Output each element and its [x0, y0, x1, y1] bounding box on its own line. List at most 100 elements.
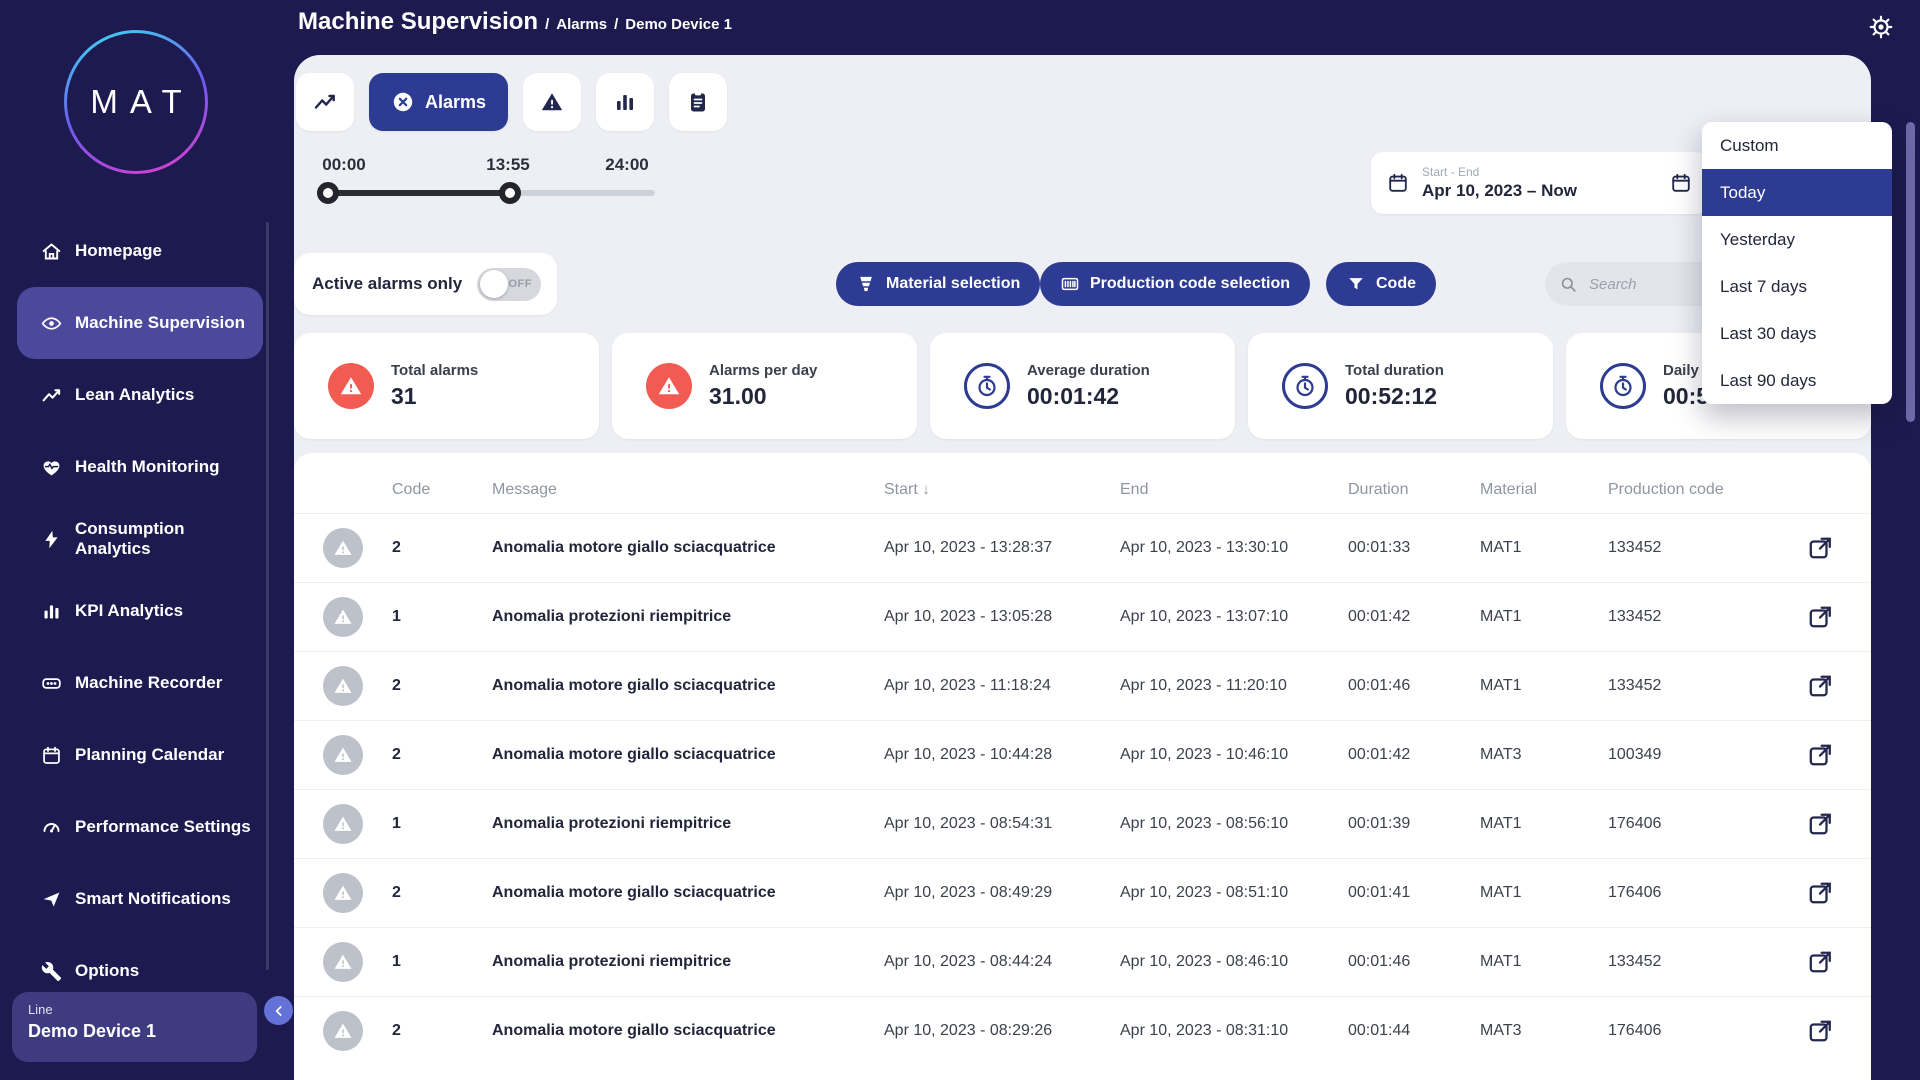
column-header-start[interactable]: Start ↓ [884, 481, 1120, 499]
cell-end: Apr 10, 2023 - 13:07:10 [1120, 608, 1348, 626]
date-range-option-last-7-days[interactable]: Last 7 days [1702, 263, 1892, 310]
page-title: Machine Supervision [298, 8, 538, 36]
sidebar-item-smart-notifications[interactable]: Smart Notifications [17, 863, 263, 935]
stat-card-average-duration: Average duration00:01:42 [930, 333, 1235, 439]
open-alarm-button[interactable] [1801, 1012, 1839, 1050]
table-row: 2Anomalia motore giallo sciacquatriceApr… [294, 651, 1871, 720]
sidebar-item-performance-settings[interactable]: Performance Settings [17, 791, 263, 863]
open-alarm-button[interactable] [1801, 529, 1839, 567]
logo: MAT [64, 30, 208, 174]
cell-duration: 00:01:41 [1348, 884, 1480, 902]
sidebar-item-label: KPI Analytics [75, 601, 253, 621]
table-header: CodeMessageStart ↓EndDurationMaterialPro… [294, 467, 1871, 513]
open-alarm-button[interactable] [1801, 874, 1839, 912]
production-code-selection-button[interactable]: Production code selection [1040, 262, 1310, 306]
open-alarm-button[interactable] [1801, 598, 1839, 636]
cell-end: Apr 10, 2023 - 10:46:10 [1120, 746, 1348, 764]
column-header-production-code[interactable]: Production code [1608, 481, 1768, 499]
alarm-icon [391, 90, 415, 114]
slider-handle-start[interactable] [317, 182, 339, 204]
cell-message: Anomalia protezioni riempitrice [492, 608, 884, 626]
sidebar-item-homepage[interactable]: Homepage [17, 215, 263, 287]
cell-material: MAT1 [1480, 677, 1608, 695]
sidebar-item-label: Lean Analytics [75, 385, 253, 405]
cell-start: Apr 10, 2023 - 13:28:37 [884, 539, 1120, 557]
slider-handle-end[interactable] [499, 182, 521, 204]
date-range-option-custom[interactable]: Custom [1702, 122, 1892, 169]
table-body: 2Anomalia motore giallo sciacquatriceApr… [294, 513, 1871, 1065]
date-range-option-yesterday[interactable]: Yesterday [1702, 216, 1892, 263]
open-alarm-button[interactable] [1801, 943, 1839, 981]
table-row: 2Anomalia motore giallo sciacquatriceApr… [294, 996, 1871, 1065]
breadcrumb-item[interactable]: Demo Device 1 [625, 16, 732, 33]
stopwatch-icon [1282, 363, 1328, 409]
breadcrumb-item[interactable]: Alarms [556, 16, 607, 33]
logo-text: MAT [78, 83, 193, 121]
warning-icon [323, 528, 363, 568]
sidebar-item-health-monitoring[interactable]: Health Monitoring [17, 431, 263, 503]
cell-production-code: 100349 [1608, 746, 1768, 764]
material-selection-button[interactable]: Material selection [836, 262, 1040, 306]
column-header-end[interactable]: End [1120, 481, 1348, 499]
cell-code: 2 [392, 677, 492, 695]
toolbar-tab-statistics[interactable] [596, 73, 654, 131]
toolbar-tab-warnings[interactable] [523, 73, 581, 131]
sidebar-collapse-button[interactable] [264, 996, 293, 1025]
sidebar-item-lean-analytics[interactable]: Lean Analytics [17, 359, 263, 431]
sidebar-nav: HomepageMachine Supervision Lean Analytic… [0, 215, 283, 1007]
column-header-code[interactable]: Code [392, 481, 492, 499]
date-range-label: Start - End [1422, 165, 1577, 179]
line-label: Line [28, 1002, 241, 1017]
date-range-picker[interactable]: Start - End Apr 10, 2023 – Now [1371, 152, 1708, 214]
sidebar-item-planning-calendar[interactable]: Planning Calendar [17, 719, 263, 791]
wrench-icon [41, 961, 62, 982]
date-range-option-last-30-days[interactable]: Last 30 days [1702, 310, 1892, 357]
warning-icon [323, 597, 363, 637]
barcode-icon [1060, 274, 1080, 294]
toolbar-tab-report[interactable] [669, 73, 727, 131]
time-range-slider: 00:00 13:55 24:00 [296, 150, 686, 220]
cell-code: 1 [392, 953, 492, 971]
column-header-material[interactable]: Material [1480, 481, 1608, 499]
sidebar-item-kpi-analytics[interactable]: KPI Analytics [17, 575, 263, 647]
sidebar-item-machine-supervision[interactable]: Machine Supervision [17, 287, 263, 359]
date-range-value: Apr 10, 2023 – Now [1422, 181, 1577, 201]
stat-value: 00:01:42 [1027, 383, 1150, 410]
stopwatch-icon [1600, 363, 1646, 409]
sidebar-item-label: Options [75, 961, 253, 981]
column-header-message[interactable]: Message [492, 481, 884, 499]
cell-start: Apr 10, 2023 - 08:29:26 [884, 1022, 1120, 1040]
sidebar-item-label: Planning Calendar [75, 745, 253, 765]
open-alarm-button[interactable] [1801, 805, 1839, 843]
cell-material: MAT1 [1480, 815, 1608, 833]
cell-code: 2 [392, 539, 492, 557]
sidebar-item-label: Consumption Analytics [75, 519, 253, 559]
logo-circle: MAT [67, 33, 205, 171]
date-range-option-last-90-days[interactable]: Last 90 days [1702, 357, 1892, 404]
toolbar-tab-alarms[interactable]: Alarms [369, 73, 508, 131]
code-filter-button[interactable]: Code [1326, 262, 1436, 306]
table-row: 1Anomalia protezioni riempitriceApr 10, … [294, 789, 1871, 858]
slider-end-label: 24:00 [592, 155, 662, 175]
gauge-icon [41, 817, 62, 838]
cell-start: Apr 10, 2023 - 08:49:29 [884, 884, 1120, 902]
open-alarm-button[interactable] [1801, 736, 1839, 774]
page-scrollbar[interactable] [1906, 122, 1915, 422]
device-card[interactable]: Line Demo Device 1 [12, 992, 257, 1062]
chevron-left-icon [271, 1003, 287, 1019]
sidebar-item-machine-recorder[interactable]: Machine Recorder [17, 647, 263, 719]
open-alarm-button[interactable] [1801, 667, 1839, 705]
sidebar-item-consumption-analytics[interactable]: Consumption Analytics [17, 503, 263, 575]
calendar-icon[interactable] [1670, 172, 1692, 194]
table-row: 1Anomalia protezioni riempitriceApr 10, … [294, 927, 1871, 996]
slider-current-label: 13:55 [473, 155, 543, 175]
date-range-option-today[interactable]: Today [1702, 169, 1892, 216]
settings-button[interactable] [1862, 12, 1896, 46]
toolbar-tab-trends[interactable] [296, 73, 354, 131]
column-header-duration[interactable]: Duration [1348, 481, 1480, 499]
cell-end: Apr 10, 2023 - 08:31:10 [1120, 1022, 1348, 1040]
active-alarms-toggle[interactable]: OFF [477, 268, 541, 301]
cell-end: Apr 10, 2023 - 08:56:10 [1120, 815, 1348, 833]
cell-message: Anomalia motore giallo sciacquatrice [492, 539, 884, 557]
bolt-icon [41, 529, 62, 550]
